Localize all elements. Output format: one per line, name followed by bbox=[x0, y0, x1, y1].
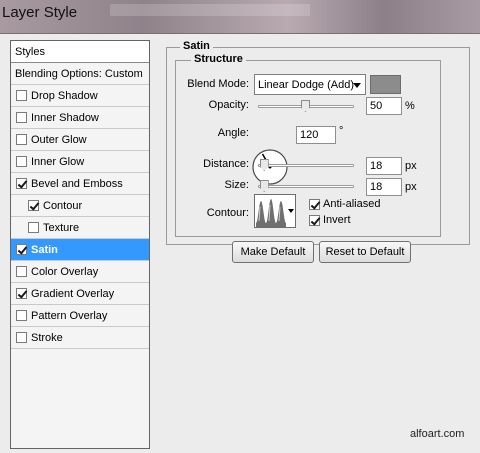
style-item-checkbox[interactable] bbox=[16, 156, 27, 167]
chevron-down-icon bbox=[353, 83, 361, 88]
style-item-label: Color Overlay bbox=[31, 265, 99, 278]
dialog-body: Styles Blending Options: Custom Drop Shad… bbox=[0, 34, 480, 453]
style-item-pattern-overlay[interactable]: Pattern Overlay bbox=[11, 305, 149, 327]
style-item-label: Texture bbox=[43, 221, 80, 234]
style-item-gradient-overlay[interactable]: Gradient Overlay bbox=[11, 283, 149, 305]
style-item-checkbox[interactable] bbox=[16, 178, 27, 189]
style-item-color-overlay[interactable]: Color Overlay bbox=[11, 261, 149, 283]
style-item-inner-glow[interactable]: Inner Glow bbox=[11, 151, 149, 173]
distance-unit: px bbox=[405, 160, 417, 172]
opacity-unit: % bbox=[405, 100, 415, 112]
distance-label: Distance: bbox=[203, 158, 249, 170]
style-item-checkbox[interactable] bbox=[28, 200, 39, 211]
style-item-contour[interactable]: Contour bbox=[11, 195, 149, 217]
opacity-label: Opacity: bbox=[208, 99, 249, 111]
size-unit: px bbox=[405, 181, 417, 193]
anti-aliased-label: Anti-aliased bbox=[323, 198, 381, 210]
style-item-label: Contour bbox=[43, 199, 83, 212]
style-item-label: Satin bbox=[31, 243, 58, 256]
angle-label: Angle: bbox=[217, 127, 249, 139]
style-item-label: Gradient Overlay bbox=[31, 287, 115, 300]
title-bar-background-artifact bbox=[110, 4, 310, 16]
contour-label: Contour: bbox=[206, 207, 249, 219]
style-item-blending-options-custom[interactable]: Blending Options: Custom bbox=[11, 63, 149, 85]
size-slider-track[interactable] bbox=[258, 185, 354, 188]
watermark-text: alfoart.com bbox=[410, 428, 465, 440]
style-item-checkbox[interactable] bbox=[16, 310, 27, 321]
make-default-button[interactable]: Make Default bbox=[232, 241, 314, 263]
style-item-drop-shadow[interactable]: Drop Shadow bbox=[11, 85, 149, 107]
style-item-satin[interactable]: Satin bbox=[11, 239, 149, 261]
opacity-input[interactable]: 50 bbox=[366, 97, 402, 115]
distance-input[interactable]: 18 bbox=[366, 157, 402, 175]
style-item-checkbox[interactable] bbox=[16, 266, 27, 277]
styles-list-header[interactable]: Styles bbox=[11, 41, 149, 63]
blend-color-swatch[interactable] bbox=[370, 75, 401, 94]
blend-mode-value: Linear Dodge (Add) bbox=[258, 78, 355, 91]
invert-option[interactable]: Invert bbox=[309, 214, 351, 226]
style-item-stroke[interactable]: Stroke bbox=[11, 327, 149, 349]
angle-dial[interactable] bbox=[251, 148, 289, 186]
window-title: Layer Style bbox=[2, 4, 78, 21]
size-input[interactable]: 18 bbox=[366, 178, 402, 196]
angle-input[interactable]: 120 bbox=[296, 126, 336, 144]
blend-mode-label: Blend Mode: bbox=[187, 78, 249, 90]
title-bar: Layer Style bbox=[0, 0, 480, 34]
style-item-label: Outer Glow bbox=[31, 133, 87, 146]
style-item-label: Inner Glow bbox=[31, 155, 85, 168]
invert-label: Invert bbox=[323, 214, 351, 226]
style-item-texture[interactable]: Texture bbox=[11, 217, 149, 239]
style-item-checkbox[interactable] bbox=[16, 112, 27, 123]
styles-list-empty-area bbox=[11, 349, 149, 448]
style-item-label: Blending Options: Custom bbox=[15, 67, 143, 80]
anti-aliased-checkbox[interactable] bbox=[309, 198, 320, 210]
style-item-checkbox[interactable] bbox=[16, 90, 27, 101]
styles-list: Styles Blending Options: Custom Drop Shad… bbox=[10, 40, 150, 449]
style-item-checkbox[interactable] bbox=[16, 134, 27, 145]
contour-dropdown-arrow-icon bbox=[288, 209, 294, 213]
style-item-label: Bevel and Emboss bbox=[31, 177, 123, 190]
invert-checkbox[interactable] bbox=[309, 214, 320, 226]
style-item-inner-shadow[interactable]: Inner Shadow bbox=[11, 107, 149, 129]
anti-aliased-option[interactable]: Anti-aliased bbox=[309, 198, 380, 210]
style-item-outer-glow[interactable]: Outer Glow bbox=[11, 129, 149, 151]
size-label: Size: bbox=[224, 179, 249, 191]
style-item-label: Drop Shadow bbox=[31, 89, 98, 102]
contour-preview-icon bbox=[256, 199, 286, 227]
style-item-checkbox[interactable] bbox=[16, 288, 27, 299]
satin-group-label: Satin bbox=[180, 40, 213, 52]
distance-slider-track[interactable] bbox=[258, 164, 354, 167]
style-item-label: Stroke bbox=[31, 331, 63, 344]
style-item-checkbox[interactable] bbox=[16, 244, 27, 255]
reset-to-default-button[interactable]: Reset to Default bbox=[319, 241, 411, 263]
blend-mode-select[interactable]: Linear Dodge (Add) bbox=[254, 74, 366, 95]
style-item-label: Pattern Overlay bbox=[31, 309, 108, 322]
style-item-label: Inner Shadow bbox=[31, 111, 99, 124]
style-item-checkbox[interactable] bbox=[16, 332, 27, 343]
angle-unit: ° bbox=[339, 125, 344, 137]
style-item-checkbox[interactable] bbox=[28, 222, 39, 233]
structure-group-label: Structure bbox=[191, 53, 246, 65]
contour-picker[interactable] bbox=[254, 194, 296, 228]
style-item-bevel-and-emboss[interactable]: Bevel and Emboss bbox=[11, 173, 149, 195]
